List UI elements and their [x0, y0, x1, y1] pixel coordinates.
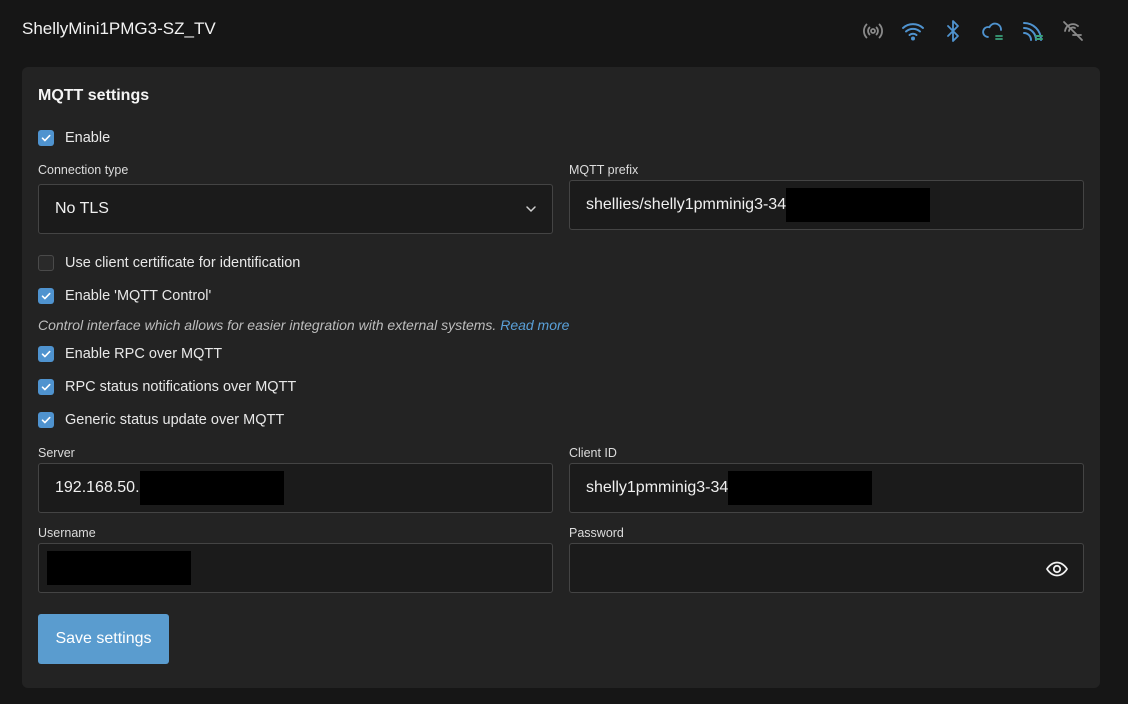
check-icon — [41, 350, 51, 358]
redaction-box — [139, 471, 284, 505]
wifi-icon[interactable] — [898, 18, 928, 44]
mqtt-settings-card: MQTT settings Enable Connection type No … — [22, 67, 1100, 688]
rpc-label: Enable RPC over MQTT — [65, 346, 223, 362]
client-cert-checkbox[interactable] — [38, 255, 54, 271]
broadcast-icon[interactable] — [858, 18, 888, 44]
username-label: Username — [38, 526, 96, 540]
client-cert-checkbox-row[interactable]: Use client certificate for identificatio… — [38, 253, 300, 273]
cloud-icon[interactable] — [978, 18, 1008, 44]
mqtt-control-label: Enable 'MQTT Control' — [65, 288, 212, 304]
chevron-down-icon — [526, 206, 536, 213]
enable-label: Enable — [65, 130, 111, 146]
top-bar: ShellyMini1PMG3-SZ_TV — [0, 0, 1128, 60]
mqtt-prefix-label: MQTT prefix — [569, 163, 639, 177]
card-title: MQTT settings — [38, 87, 150, 104]
connection-type-label: Connection type — [38, 163, 129, 177]
client-id-label: Client ID — [569, 446, 617, 460]
client-id-value: shelly1pmminig3-34 — [586, 479, 729, 496]
mqtt-prefix-value: shellies/shelly1pmminig3-34 — [586, 196, 787, 213]
check-icon — [41, 292, 51, 300]
password-input[interactable] — [569, 543, 1084, 593]
server-value: 192.168.50. — [55, 479, 140, 496]
status-icons — [858, 18, 1088, 44]
generic-status-label: Generic status update over MQTT — [65, 412, 285, 428]
check-icon — [41, 383, 51, 391]
check-icon — [41, 134, 51, 142]
client-id-input[interactable]: shelly1pmminig3-34 — [569, 463, 1084, 513]
check-icon — [41, 416, 51, 424]
hint-text: Control interface which allows for easie… — [38, 317, 497, 333]
generic-status-checkbox-row[interactable]: Generic status update over MQTT — [38, 410, 284, 430]
redaction-box — [786, 188, 931, 222]
connection-off-icon[interactable] — [1058, 18, 1088, 44]
rpc-checkbox-row[interactable]: Enable RPC over MQTT — [38, 344, 222, 364]
device-name: ShellyMini1PMG3-SZ_TV — [22, 19, 216, 38]
server-input[interactable]: 192.168.50. — [38, 463, 553, 513]
bluetooth-icon[interactable] — [938, 18, 968, 44]
generic-status-checkbox[interactable] — [38, 412, 54, 428]
mqtt-prefix-input[interactable]: shellies/shelly1pmminig3-34 — [569, 180, 1084, 230]
client-cert-label: Use client certificate for identificatio… — [65, 255, 301, 271]
username-input[interactable] — [38, 543, 553, 593]
mqtt-control-checkbox-row[interactable]: Enable 'MQTT Control' — [38, 286, 211, 306]
read-more-link[interactable]: Read more — [500, 317, 569, 333]
mqtt-control-checkbox[interactable] — [38, 288, 54, 304]
save-settings-button[interactable]: Save settings — [38, 614, 169, 664]
rpc-status-checkbox-row[interactable]: RPC status notifications over MQTT — [38, 377, 296, 397]
eye-icon[interactable] — [1045, 557, 1069, 581]
rpc-checkbox[interactable] — [38, 346, 54, 362]
enable-checkbox-row[interactable]: Enable — [38, 128, 110, 148]
password-label: Password — [569, 526, 624, 540]
redaction-box — [47, 551, 191, 585]
rpc-status-checkbox[interactable] — [38, 379, 54, 395]
connection-type-value: No TLS — [55, 200, 109, 217]
server-label: Server — [38, 446, 75, 460]
connection-type-select[interactable]: No TLS — [38, 184, 553, 234]
rpc-status-label: RPC status notifications over MQTT — [65, 379, 297, 395]
redaction-box — [728, 471, 873, 505]
enable-checkbox[interactable] — [38, 130, 54, 146]
mqtt-control-hint: Control interface which allows for easie… — [38, 317, 569, 333]
mqtt-icon[interactable] — [1018, 18, 1048, 44]
